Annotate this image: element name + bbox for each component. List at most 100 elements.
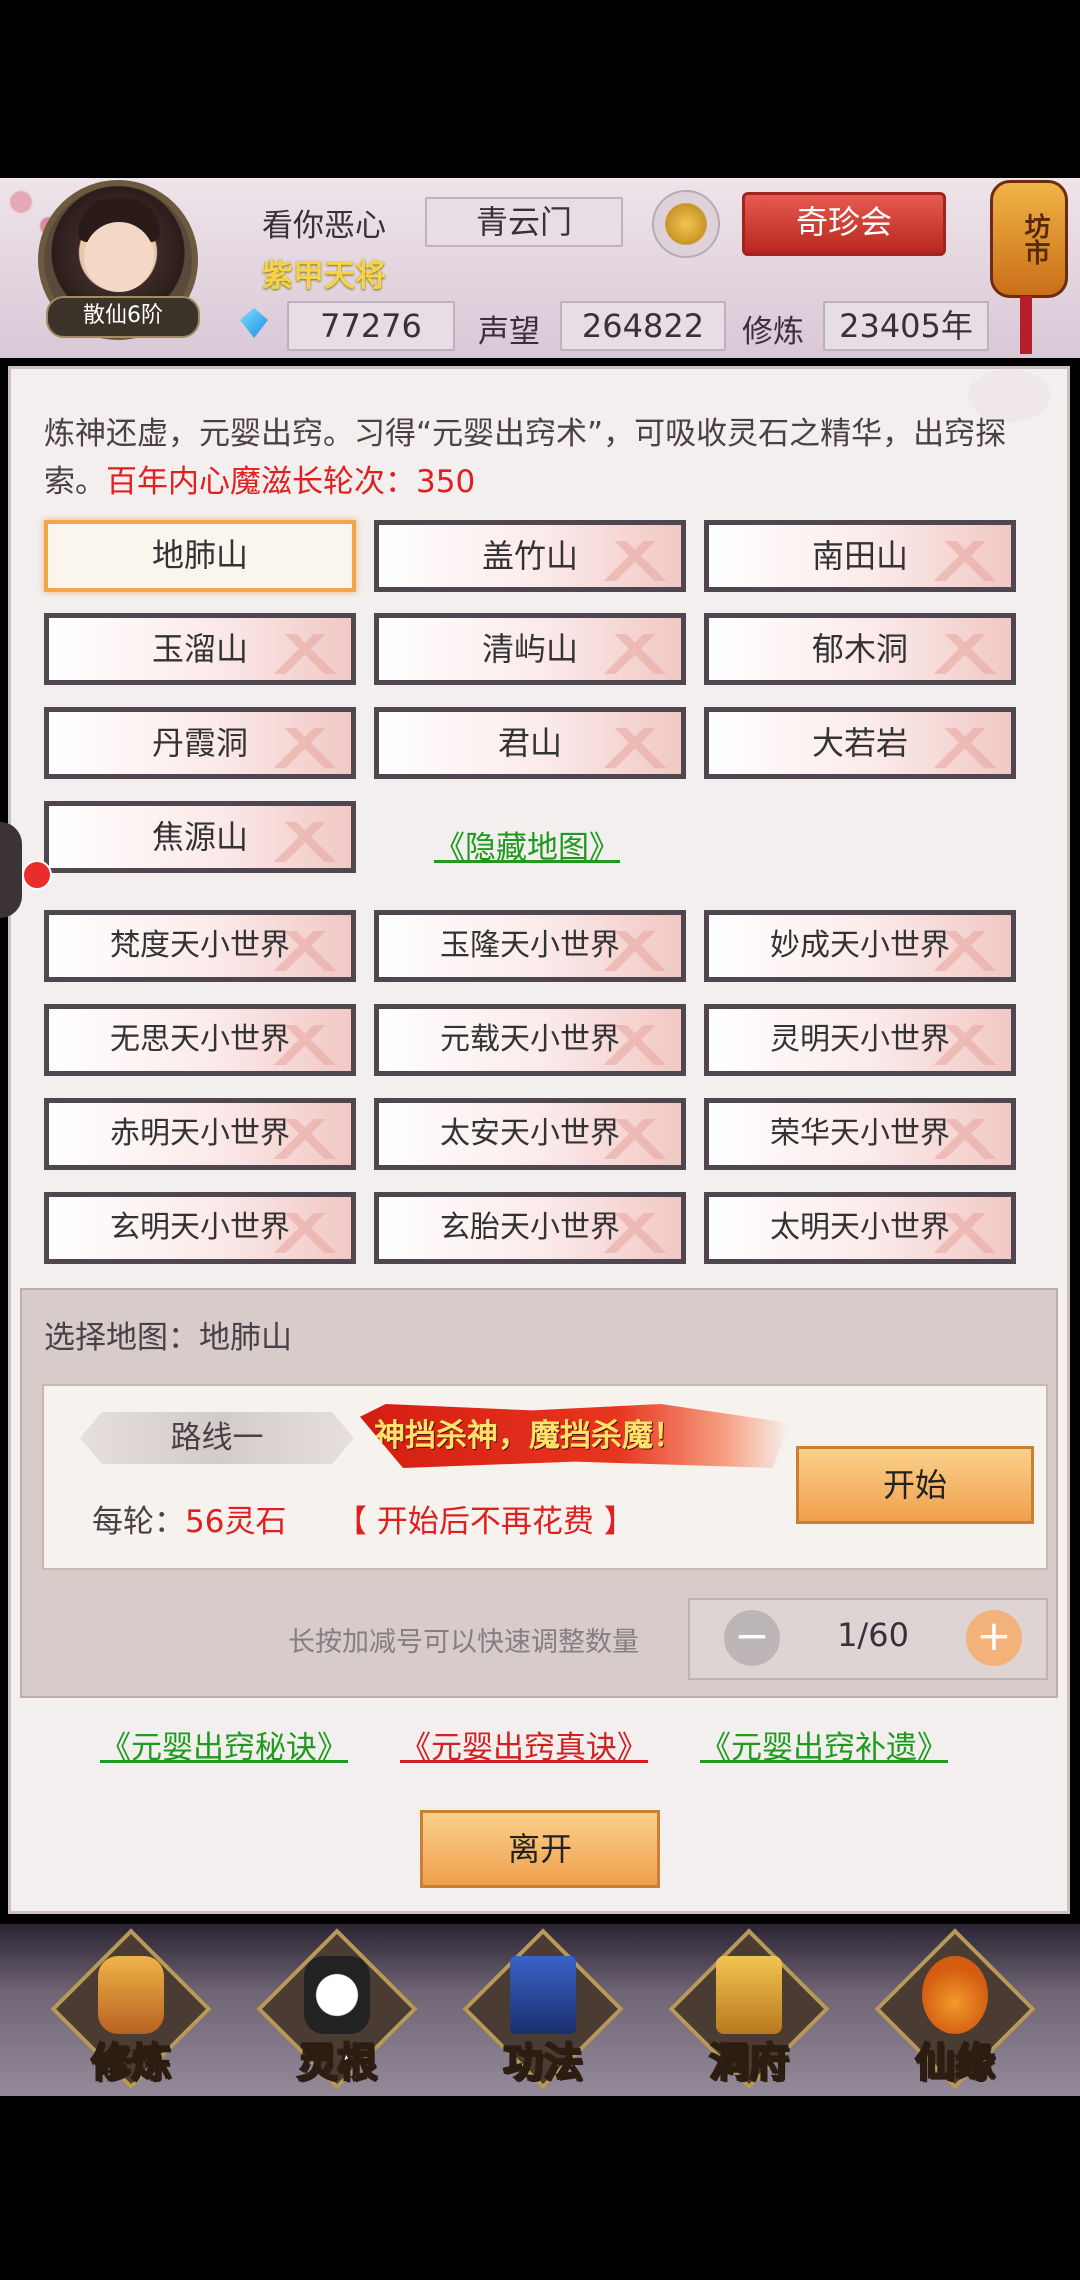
map-button-label: 丹霞洞 — [151, 724, 248, 762]
reputation-label: 声望 — [478, 314, 540, 350]
mountain-icon — [595, 1213, 675, 1253]
world-button-taiantian[interactable]: 太安天小世界 — [374, 1098, 686, 1170]
mountain-icon — [925, 728, 1005, 768]
map-button-danxiadong[interactable]: 丹霞洞 — [44, 707, 356, 779]
map-button-label: 南田山 — [811, 537, 908, 575]
world-button-label: 赤明天小世界 — [110, 1116, 290, 1151]
meditating-monk-icon — [98, 1956, 164, 2034]
lantern-tassel — [1020, 296, 1032, 354]
start-button[interactable]: 开始 — [796, 1446, 1034, 1524]
nav-label: 功法 — [502, 2039, 584, 2087]
map-button-label: 焦源山 — [151, 818, 248, 856]
map-button-jiaoyuanshan[interactable]: 焦源山 — [44, 801, 356, 873]
cultivation-label: 修炼 — [742, 314, 804, 350]
map-button-label: 玉溜山 — [151, 630, 248, 668]
world-button-xuanmingtian[interactable]: 玄明天小世界 — [44, 1192, 356, 1264]
true-technique-link[interactable]: 《元婴出窍真诀》 — [400, 1722, 648, 1767]
mountain-icon — [595, 634, 675, 674]
gourd-icon — [922, 1956, 988, 2034]
mountain-icon — [925, 931, 1005, 971]
stepper-hint: 长按加减号可以快速调整数量 — [288, 1627, 639, 1658]
map-button-nantianshan[interactable]: 南田山 — [704, 520, 1016, 592]
world-button-label: 玄胎天小世界 — [440, 1210, 620, 1245]
side-drawer-handle[interactable] — [0, 822, 22, 918]
world-button-wusitian[interactable]: 无思天小世界 — [44, 1004, 356, 1076]
mountain-icon — [265, 1119, 345, 1159]
world-button-label: 灵明天小世界 — [770, 1022, 950, 1057]
mountain-icon — [265, 728, 345, 768]
pagoda-icon — [716, 1956, 782, 2034]
map-button-junshan[interactable]: 君山 — [374, 707, 686, 779]
no-fee-note: 【 开始后不再花费 】 — [336, 1504, 635, 1540]
mountain-icon — [595, 1025, 675, 1065]
mountain-icon — [925, 541, 1005, 581]
world-button-miaochengtian[interactable]: 妙成天小世界 — [704, 910, 1016, 982]
cost-per-round: 每轮：56灵石 — [92, 1496, 286, 1541]
map-button-dipeishan[interactable]: 地肺山 — [44, 520, 356, 592]
world-button-label: 梵度天小世界 — [110, 928, 290, 963]
avatar-face — [84, 222, 154, 292]
nav-label: 洞府 — [708, 2039, 790, 2087]
nav-cave[interactable]: 洞府 — [668, 1928, 830, 2090]
intro-text: 炼神还虚，元婴出窍。习得“元婴出窍术”，可吸收灵石之精华，出窍探索。百年内心魔滋… — [44, 410, 1024, 506]
mountain-icon — [265, 1025, 345, 1065]
gear-icon[interactable] — [652, 190, 720, 258]
nav-cultivate[interactable]: 修炼 — [50, 1928, 212, 2090]
rank-badge: 散仙6阶 — [46, 296, 200, 338]
world-button-label: 太明天小世界 — [770, 1210, 950, 1245]
leave-button[interactable]: 离开 — [420, 1810, 660, 1888]
mountain-icon — [595, 1119, 675, 1159]
world-button-taimingtian[interactable]: 太明天小世界 — [704, 1192, 1016, 1264]
world-button-label: 无思天小世界 — [110, 1022, 290, 1057]
mountain-icon — [265, 634, 345, 674]
world-button-xuantaitian[interactable]: 玄胎天小世界 — [374, 1192, 686, 1264]
mountain-icon — [925, 1119, 1005, 1159]
username: 看你恶心 — [262, 208, 386, 244]
sect-name: 青云门 — [425, 197, 623, 247]
map-button-yuliushan[interactable]: 玉溜山 — [44, 613, 356, 685]
map-button-label: 清屿山 — [481, 630, 578, 668]
nav-technique[interactable]: 功法 — [462, 1928, 624, 2090]
world-button-label: 元载天小世界 — [440, 1022, 620, 1057]
map-button-daruoyan[interactable]: 大若岩 — [704, 707, 1016, 779]
secret-technique-link[interactable]: 《元婴出窍秘诀》 — [100, 1722, 348, 1767]
mountain-icon — [595, 931, 675, 971]
mountain-icon — [595, 541, 675, 581]
nav-label: 灵根 — [296, 2039, 378, 2087]
minus-icon[interactable]: − — [724, 1610, 780, 1666]
world-button-label: 妙成天小世界 — [770, 928, 950, 963]
world-button-label: 荣华天小世界 — [770, 1116, 950, 1151]
map-button-gaizhushan[interactable]: 盖竹山 — [374, 520, 686, 592]
world-button-ronghuatian[interactable]: 荣华天小世界 — [704, 1098, 1016, 1170]
market-lantern-button[interactable]: 坊市 — [990, 180, 1068, 298]
world-button-yulongtian[interactable]: 玉隆天小世界 — [374, 910, 686, 982]
supplement-link[interactable]: 《元婴出窍补遗》 — [700, 1722, 948, 1767]
map-button-label: 君山 — [497, 724, 562, 762]
yin-yang-sword-icon — [304, 1956, 370, 2034]
world-button-chimingtian[interactable]: 赤明天小世界 — [44, 1098, 356, 1170]
player-title: 紫甲天将 — [262, 258, 386, 294]
world-button-yuanzaitian[interactable]: 元载天小世界 — [374, 1004, 686, 1076]
map-button-yumudong[interactable]: 郁木洞 — [704, 613, 1016, 685]
spirit-stone-count: 77276 — [287, 301, 455, 351]
hidden-map-link[interactable]: 《隐藏地图》 — [434, 822, 620, 867]
route-selector[interactable]: 路线一 — [80, 1412, 354, 1464]
mountain-icon — [925, 1025, 1005, 1065]
world-button-label: 玉隆天小世界 — [440, 928, 620, 963]
selected-map-label: 选择地图：地肺山 — [44, 1320, 292, 1356]
map-button-label: 郁木洞 — [811, 630, 908, 668]
notification-dot — [22, 860, 52, 890]
world-button-fandutian[interactable]: 梵度天小世界 — [44, 910, 356, 982]
mountain-icon — [265, 931, 345, 971]
book-icon — [510, 1956, 576, 2034]
nav-label: 仙缘 — [914, 2039, 996, 2087]
mountain-icon — [265, 1213, 345, 1253]
nav-fortune[interactable]: 仙缘 — [874, 1928, 1036, 2090]
treasure-pavilion-button[interactable]: 奇珍会 — [742, 192, 946, 256]
world-button-lingmingtian[interactable]: 灵明天小世界 — [704, 1004, 1016, 1076]
map-button-label: 大若岩 — [811, 724, 908, 762]
plus-icon[interactable]: + — [966, 1610, 1022, 1666]
map-button-qingyushan[interactable]: 清屿山 — [374, 613, 686, 685]
mountain-icon — [265, 822, 345, 862]
nav-spirit-root[interactable]: 灵根 — [256, 1928, 418, 2090]
